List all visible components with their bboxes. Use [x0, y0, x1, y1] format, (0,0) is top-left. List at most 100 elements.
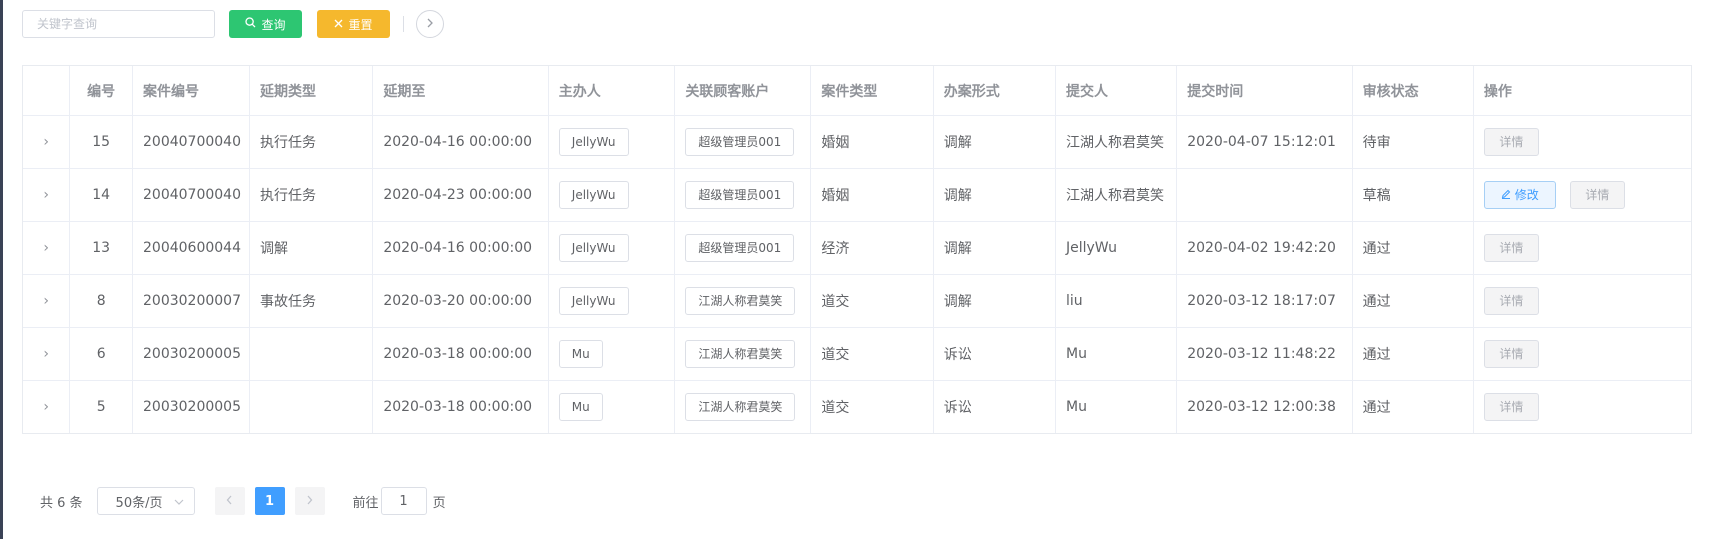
case-delay-table: 编号 案件编号 延期类型 延期至 主办人 关联顾客账户 案件类型 办案形式 提交…: [22, 65, 1692, 434]
cell-delay-type: [249, 380, 374, 433]
cell-form: 调解: [933, 274, 1056, 328]
page-size-select[interactable]: 50条/页: [96, 487, 195, 515]
header-expand: [23, 66, 71, 116]
table-row: › 15 20040700040 执行任务 2020-04-16 00:00:0…: [23, 115, 1691, 169]
chevron-left-icon: [226, 494, 233, 509]
cell-account: 超级管理员001: [674, 168, 812, 222]
search-button[interactable]: 查询: [229, 10, 302, 38]
table-row: › 14 20040700040 执行任务 2020-04-23 00:00:0…: [23, 168, 1691, 222]
cell-actions: 详情: [1473, 274, 1691, 328]
cell-delay-type: 执行任务: [249, 168, 374, 222]
chevron-right-icon[interactable]: ›: [43, 399, 49, 415]
header-submit-time: 提交时间: [1176, 66, 1353, 116]
header-case-no: 案件编号: [132, 66, 250, 116]
account-tag: 江湖人称君莫笑: [685, 393, 796, 421]
cell-id: 6: [69, 327, 134, 381]
cell-case-no: 20030200005: [132, 380, 250, 433]
cell-submitter: 江湖人称君莫笑: [1055, 168, 1178, 222]
detail-button[interactable]: 详情: [1483, 128, 1539, 156]
cell-host: JellyWu: [548, 168, 676, 222]
cell-case-type: 道交: [810, 380, 934, 433]
next-page-button[interactable]: [294, 487, 325, 515]
table-row: › 8 20030200007 事故任务 2020-03-20 00:00:00…: [23, 274, 1691, 328]
search-input[interactable]: [22, 10, 215, 38]
header-id: 编号: [69, 66, 134, 116]
prev-page-button[interactable]: [214, 487, 245, 515]
account-tag: 江湖人称君莫笑: [685, 287, 796, 315]
row-expand-cell[interactable]: ›: [23, 327, 71, 381]
cell-form: 诉讼: [933, 327, 1056, 381]
search-toolbar: 查询 重置: [22, 10, 444, 38]
cell-delay-to: 2020-03-20 00:00:00: [372, 274, 549, 328]
cell-delay-to: 2020-03-18 00:00:00: [372, 327, 549, 381]
table-header-row: 编号 案件编号 延期类型 延期至 主办人 关联顾客账户 案件类型 办案形式 提交…: [23, 66, 1691, 116]
cell-form: 调解: [933, 115, 1056, 169]
header-account: 关联顾客账户: [674, 66, 812, 116]
header-delay-type: 延期类型: [249, 66, 374, 116]
cell-host: JellyWu: [548, 274, 676, 328]
expand-search-button[interactable]: [416, 10, 444, 38]
cell-submitter: liu: [1055, 274, 1178, 328]
host-tag: Mu: [558, 393, 603, 421]
row-expand-cell[interactable]: ›: [23, 221, 71, 275]
chevron-right-icon[interactable]: ›: [43, 346, 49, 362]
goto-page-input[interactable]: [380, 487, 427, 515]
detail-button[interactable]: 详情: [1483, 234, 1539, 262]
cell-actions: 详情: [1473, 380, 1691, 433]
cell-actions: 详情: [1473, 115, 1691, 169]
pagination: 共 6 条 50条/页 1 前往 页: [40, 487, 446, 515]
cell-status: 通过: [1352, 221, 1474, 275]
cell-submit-time: 2020-03-12 12:00:38: [1176, 380, 1353, 433]
cell-case-type: 道交: [810, 274, 934, 328]
toolbar-divider: [403, 16, 404, 32]
cell-status: 通过: [1352, 327, 1474, 381]
cell-account: 江湖人称君莫笑: [674, 327, 812, 381]
page-number-current[interactable]: 1: [254, 487, 285, 515]
cell-form: 调解: [933, 221, 1056, 275]
cell-id: 14: [69, 168, 134, 222]
reset-button[interactable]: 重置: [317, 10, 390, 38]
cell-submit-time: 2020-03-12 11:48:22: [1176, 327, 1353, 381]
chevron-right-icon[interactable]: ›: [43, 134, 49, 150]
account-tag: 超级管理员001: [685, 128, 795, 156]
account-tag: 超级管理员001: [685, 181, 795, 209]
reset-button-label: 重置: [348, 17, 373, 32]
edit-button[interactable]: 修改: [1483, 181, 1556, 209]
chevron-right-icon[interactable]: ›: [43, 187, 49, 203]
cell-submit-time: 2020-04-02 19:42:20: [1176, 221, 1353, 275]
chevron-right-icon[interactable]: ›: [43, 240, 49, 256]
left-rail: [0, 0, 3, 539]
cell-account: 超级管理员001: [674, 115, 812, 169]
cell-actions: 修改 详情: [1473, 168, 1691, 222]
detail-button[interactable]: 详情: [1483, 340, 1539, 368]
detail-button[interactable]: 详情: [1483, 287, 1539, 315]
header-host: 主办人: [548, 66, 676, 116]
cell-status: 通过: [1352, 274, 1474, 328]
cell-account: 江湖人称君莫笑: [674, 380, 812, 433]
cell-id: 15: [69, 115, 134, 169]
cell-account: 江湖人称君莫笑: [674, 274, 812, 328]
header-status: 审核状态: [1352, 66, 1474, 116]
row-expand-cell[interactable]: ›: [23, 274, 71, 328]
cell-delay-to: 2020-04-16 00:00:00: [372, 115, 549, 169]
detail-button[interactable]: 详情: [1569, 181, 1625, 209]
cell-submitter: Mu: [1055, 380, 1178, 433]
cell-status: 草稿: [1352, 168, 1474, 222]
cell-host: Mu: [548, 327, 676, 381]
cell-case-type: 经济: [810, 221, 934, 275]
cell-actions: 详情: [1473, 327, 1691, 381]
cell-delay-type: 调解: [249, 221, 374, 275]
row-expand-cell[interactable]: ›: [23, 115, 71, 169]
cell-delay-to: 2020-04-16 00:00:00: [372, 221, 549, 275]
cell-case-type: 婚姻: [810, 168, 934, 222]
cell-submit-time: 2020-04-07 15:12:01: [1176, 115, 1353, 169]
cell-status: 通过: [1352, 380, 1474, 433]
chevron-right-icon[interactable]: ›: [43, 293, 49, 309]
cell-host: Mu: [548, 380, 676, 433]
account-tag: 超级管理员001: [685, 234, 795, 262]
detail-button[interactable]: 详情: [1483, 393, 1539, 421]
chevron-right-icon: [306, 494, 313, 509]
row-expand-cell[interactable]: ›: [23, 168, 71, 222]
cell-host: JellyWu: [548, 221, 676, 275]
row-expand-cell[interactable]: ›: [23, 380, 71, 433]
